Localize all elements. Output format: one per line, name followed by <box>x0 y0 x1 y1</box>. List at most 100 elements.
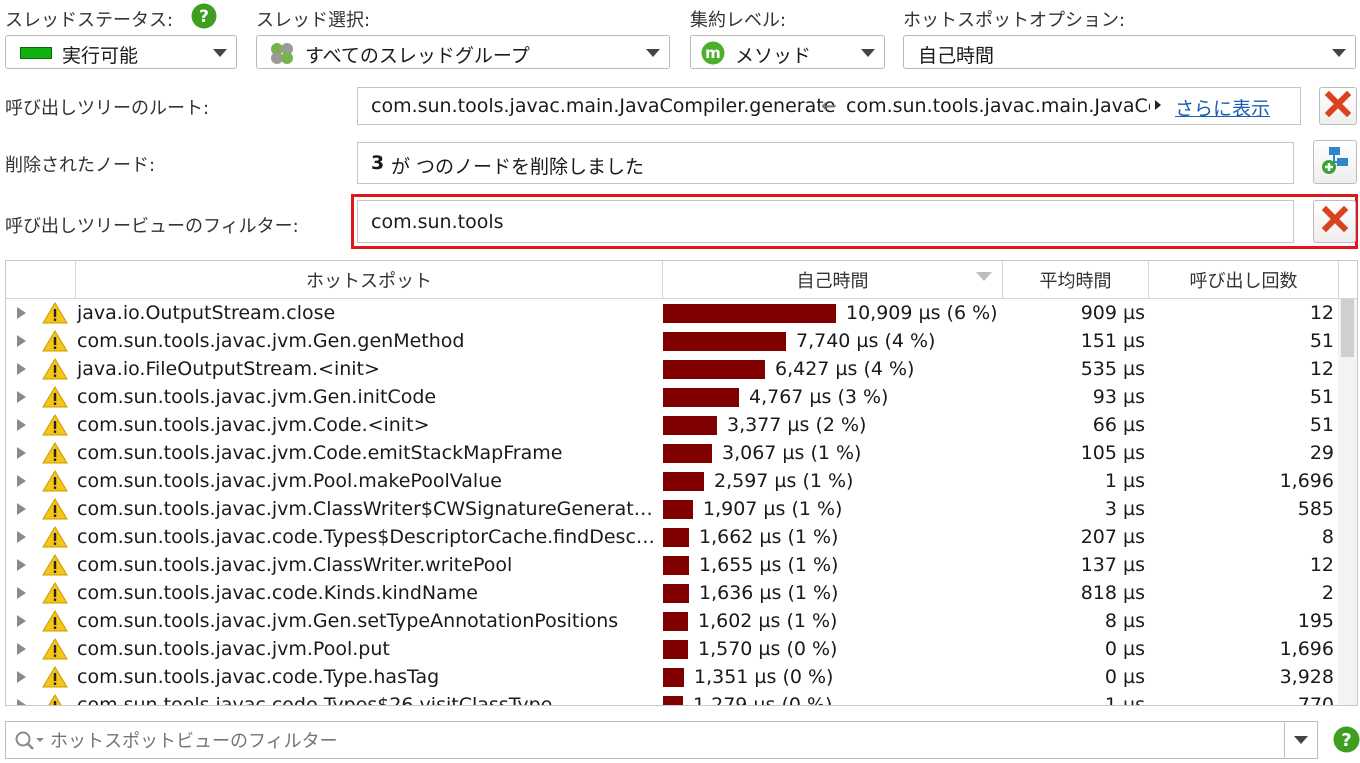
self-time-value: 1,636 µs (1 %) <box>699 582 839 604</box>
clear-root-button[interactable] <box>1319 87 1357 125</box>
removed-nodes-field: 3 が つのノードを削除しました <box>357 142 1294 184</box>
expand-arrow-icon[interactable] <box>17 699 26 705</box>
filter-dropdown-button[interactable] <box>1284 722 1317 758</box>
expand-arrow-icon[interactable] <box>17 671 26 683</box>
self-time-value: 10,909 µs (6 %) <box>846 302 998 324</box>
warning-icon <box>42 610 68 632</box>
clear-filter-button[interactable] <box>1313 200 1356 243</box>
self-time-value: 1,279 µs (0 %) <box>693 694 833 706</box>
call-count-value: 8 <box>1321 526 1334 548</box>
warning-icon <box>42 498 68 520</box>
call-count-value: 1,696 <box>1279 470 1334 492</box>
expand-arrow-icon[interactable] <box>17 335 26 347</box>
table-row[interactable]: com.sun.tools.javac.jvm.Pool.put 1,570 µs… <box>6 635 1338 663</box>
table-row[interactable]: com.sun.tools.javac.code.Kinds.kindName 1… <box>6 579 1338 607</box>
call-count-value: 29 <box>1309 442 1334 464</box>
aggregation-combo[interactable]: m メソッド <box>690 35 885 69</box>
expand-arrow-icon[interactable] <box>17 391 26 403</box>
column-header-self-time-label: 自己時間 <box>796 270 869 292</box>
aggregation-label: 集約レベル: <box>690 10 787 31</box>
search-icon[interactable] <box>14 730 46 752</box>
call-count-value: 12 <box>1309 554 1334 576</box>
thread-status-combo[interactable]: 実行可能 <box>5 35 237 69</box>
table-row[interactable]: com.sun.tools.javac.jvm.ClassWriter$CWSi… <box>6 495 1338 523</box>
table-row[interactable]: com.sun.tools.javac.code.Type.hasTag 1,35… <box>6 663 1338 691</box>
avg-time-value: 1 µs <box>1104 694 1145 706</box>
expand-arrow-icon[interactable] <box>17 419 26 431</box>
expand-arrow-icon[interactable] <box>17 475 26 487</box>
expand-arrow-icon[interactable] <box>17 503 26 515</box>
self-time-value: 1,907 µs (1 %) <box>703 498 843 520</box>
column-header-avg-time[interactable]: 平均時間 <box>1003 261 1149 298</box>
warning-icon <box>42 414 68 436</box>
hotspot-option-combo[interactable]: 自己時間 <box>903 35 1356 69</box>
call-tree-filter-input[interactable]: com.sun.tools <box>357 200 1294 243</box>
self-time-value: 6,427 µs (4 %) <box>775 358 915 380</box>
table-row[interactable]: com.sun.tools.javac.jvm.Gen.setTypeAnnot… <box>6 607 1338 635</box>
hotspot-filter-input[interactable] <box>48 726 1272 756</box>
vertical-scrollbar[interactable] <box>1338 299 1357 705</box>
table-row[interactable]: java.io.OutputStream.close 10,909 µs (6 %… <box>6 299 1338 327</box>
hotspot-name: com.sun.tools.javac.jvm.Code.<init> <box>77 414 430 436</box>
table-row[interactable]: com.sun.tools.javac.code.Types$26.visitC… <box>6 691 1338 706</box>
self-time-value: 1,602 µs (1 %) <box>698 610 838 632</box>
avg-time-value: 909 µs <box>1080 302 1145 324</box>
caret-right-icon[interactable] <box>1155 100 1161 110</box>
self-time-value: 7,740 µs (4 %) <box>796 330 936 352</box>
call-count-value: 3,928 <box>1279 666 1334 688</box>
self-time-bar <box>663 332 786 351</box>
warning-icon <box>42 554 68 576</box>
call-count-value: 2 <box>1321 582 1334 604</box>
self-time-value: 2,597 µs (1 %) <box>714 470 854 492</box>
column-header-call-count[interactable]: 呼び出し回数 <box>1149 261 1339 298</box>
table-row[interactable]: java.io.FileOutputStream.<init> 6,427 µs … <box>6 355 1338 383</box>
self-time-bar <box>663 528 689 547</box>
column-header-self-time[interactable]: 自己時間 <box>663 261 1003 298</box>
call-tree-filter-label: 呼び出しツリービューのフィルター: <box>5 216 299 237</box>
call-count-value: 195 <box>1297 610 1334 632</box>
table-row[interactable]: com.sun.tools.javac.jvm.Code.emitStackMa… <box>6 439 1338 467</box>
table-row[interactable]: com.sun.tools.javac.jvm.Pool.makePoolVal… <box>6 467 1338 495</box>
show-more-link[interactable]: さらに表示 <box>1175 94 1270 121</box>
hotspot-filter-box[interactable] <box>5 721 1318 759</box>
expand-arrow-icon[interactable] <box>17 587 26 599</box>
expand-column-header <box>6 261 76 298</box>
self-time-value: 1,570 µs (0 %) <box>698 638 838 660</box>
column-header-hotspot[interactable]: ホットスポット <box>76 261 663 298</box>
expand-arrow-icon[interactable] <box>17 363 26 375</box>
expand-arrow-icon[interactable] <box>17 307 26 319</box>
self-time-bar <box>663 612 688 631</box>
hotspot-name: com.sun.tools.javac.jvm.ClassWriter$CWSi… <box>77 498 660 520</box>
expand-arrow-icon[interactable] <box>17 531 26 543</box>
table-header: ホットスポット 自己時間 平均時間 呼び出し回数 <box>6 261 1357 299</box>
expand-arrow-icon[interactable] <box>17 643 26 655</box>
avg-time-value: 1 µs <box>1104 470 1145 492</box>
table-row[interactable]: com.sun.tools.javac.jvm.Code.<init> 3,377… <box>6 411 1338 439</box>
warning-icon <box>48 694 62 705</box>
thread-group-icon <box>269 42 295 64</box>
table-row[interactable]: com.sun.tools.javac.jvm.Gen.genMethod 7,7… <box>6 327 1338 355</box>
table-row[interactable]: com.sun.tools.javac.jvm.Gen.initCode 4,76… <box>6 383 1338 411</box>
avg-time-value: 818 µs <box>1080 582 1145 604</box>
avg-time-value: 535 µs <box>1080 358 1145 380</box>
help-icon[interactable]: ? <box>1333 726 1360 754</box>
expand-arrow-icon[interactable] <box>17 615 26 627</box>
table-row[interactable]: com.sun.tools.javac.code.Types$Descripto… <box>6 523 1338 551</box>
call-count-value: 51 <box>1309 414 1334 436</box>
avg-time-value: 137 µs <box>1080 554 1145 576</box>
expand-arrow-icon[interactable] <box>17 447 26 459</box>
call-count-value: 51 <box>1309 386 1334 408</box>
help-icon[interactable]: ? <box>191 3 217 29</box>
add-node-tree-icon <box>1320 145 1350 180</box>
self-time-value: 4,767 µs (3 %) <box>749 386 889 408</box>
table-row[interactable]: com.sun.tools.javac.jvm.ClassWriter.writ… <box>6 551 1338 579</box>
expand-arrow-icon[interactable] <box>17 559 26 571</box>
call-count-value: 12 <box>1309 302 1334 324</box>
hotspot-name: java.io.FileOutputStream.<init> <box>77 358 380 380</box>
thread-select-value: すべてのスレッドグループ <box>305 45 530 67</box>
restore-nodes-button[interactable] <box>1313 140 1357 184</box>
self-time-bar <box>663 472 704 491</box>
thread-select-combo[interactable]: すべてのスレッドグループ <box>256 35 670 69</box>
scrollbar-thumb[interactable] <box>1341 299 1354 357</box>
warning-icon <box>42 638 68 660</box>
